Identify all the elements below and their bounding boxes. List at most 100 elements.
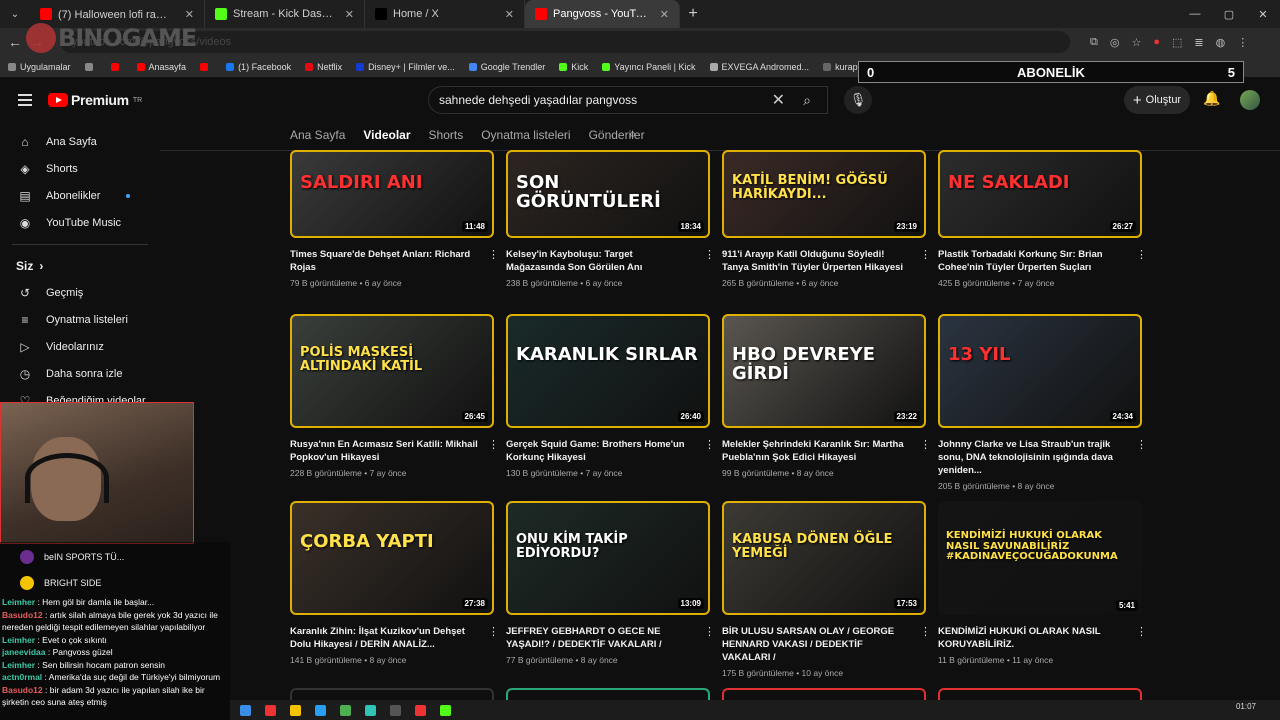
more-options-icon[interactable]: ⋮ bbox=[920, 625, 931, 638]
tab-close-icon[interactable]: ✕ bbox=[345, 8, 354, 21]
more-options-icon[interactable]: ⋮ bbox=[1136, 625, 1147, 638]
video-thumbnail[interactable]: HBO DEVREYE GİRDİ 23:22 bbox=[722, 314, 926, 428]
video-title[interactable]: Plastik Torbadaki Korkunç Sır: Brian Coh… bbox=[938, 248, 1126, 274]
video-title[interactable]: Gerçek Squid Game: Brothers Home'un Kork… bbox=[506, 438, 694, 464]
sidebar-item[interactable]: ▷ Videolarınız bbox=[0, 333, 160, 360]
sidebar-item[interactable]: ↺ Geçmiş bbox=[0, 279, 160, 306]
task-icon[interactable] bbox=[340, 704, 351, 716]
bookmark-item[interactable]: EXVEGA Andromed... bbox=[709, 62, 809, 72]
menu-icon[interactable]: ⋮ bbox=[1237, 36, 1248, 49]
sidebar-you-heading[interactable]: Siz › bbox=[0, 253, 160, 279]
address-bar[interactable]: youtube.com/@pangvoss/videos bbox=[60, 31, 1070, 53]
browser-tab[interactable]: (7) Halloween lofi radio 🎃 - spooky beat… bbox=[30, 0, 205, 28]
channel-search-icon[interactable]: ⌕ bbox=[629, 126, 636, 142]
sidebar-item[interactable]: ◉ YouTube Music bbox=[0, 209, 160, 236]
more-options-icon[interactable]: ⋮ bbox=[1136, 248, 1147, 261]
video-card[interactable]: ONU KİM TAKİP EDİYORDU? 13:09 JEFFREY GEBH… bbox=[506, 501, 715, 665]
video-title[interactable]: BİR ULUSU SARSAN OLAY / GEORGE HENNARD V… bbox=[722, 625, 910, 664]
channel-tab[interactable]: Ana Sayfa bbox=[290, 128, 345, 142]
bookmark-item[interactable]: Kick bbox=[559, 62, 588, 72]
video-card[interactable]: NE SAKLADI 26:27 Plastik Torbadaki Korkunç… bbox=[938, 150, 1147, 288]
more-options-icon[interactable]: ⋮ bbox=[1136, 438, 1147, 451]
sidebar-item[interactable]: ≡ Oynatma listeleri bbox=[0, 306, 160, 333]
more-options-icon[interactable]: ⋮ bbox=[704, 625, 715, 638]
task-icon[interactable] bbox=[415, 704, 426, 716]
youtube-logo[interactable]: Premium TR bbox=[48, 92, 142, 108]
tab-search-icon[interactable]: ⌄ bbox=[0, 9, 30, 20]
bookmark-item[interactable]: Google Trendler bbox=[468, 62, 545, 72]
more-options-icon[interactable]: ⋮ bbox=[704, 248, 715, 261]
video-title[interactable]: 911'i Arayıp Katil Olduğunu Söyledi! Tan… bbox=[722, 248, 910, 274]
task-icon[interactable] bbox=[365, 704, 376, 716]
reading-list-icon[interactable]: ≣ bbox=[1194, 36, 1203, 49]
video-thumbnail[interactable]: KARANLIK SIRLAR 26:40 bbox=[506, 314, 710, 428]
video-thumbnail[interactable]: SALDIRI ANI 11:48 bbox=[290, 150, 494, 238]
video-thumbnail[interactable]: ÇORBA YAPTI 27:38 bbox=[290, 501, 494, 615]
extension-red-icon[interactable]: ● bbox=[1153, 36, 1160, 49]
task-icon[interactable] bbox=[390, 704, 401, 716]
video-title[interactable]: Melekler Şehrindeki Karanlık Sır: Martha… bbox=[722, 438, 910, 464]
more-options-icon[interactable]: ⋮ bbox=[488, 625, 499, 638]
task-icon[interactable] bbox=[240, 704, 251, 716]
bookmark-item[interactable] bbox=[200, 62, 212, 71]
channel-tab[interactable]: Oynatma listeleri bbox=[481, 128, 570, 142]
video-title[interactable]: Times Square'de Dehşet Anları: Richard R… bbox=[290, 248, 478, 274]
task-icon[interactable] bbox=[265, 704, 276, 716]
tab-close-icon[interactable]: ✕ bbox=[185, 8, 194, 21]
sidebar-item[interactable]: ◈ Shorts bbox=[0, 155, 160, 182]
task-icon[interactable] bbox=[315, 704, 326, 716]
sidebar-item[interactable]: ▤ Abonelikler bbox=[0, 182, 160, 209]
bookmark-item[interactable] bbox=[84, 62, 97, 71]
notifications-icon[interactable]: 🔔 bbox=[1203, 90, 1220, 107]
video-title[interactable]: Kelsey'in Kayboluşu: Target Mağazasında … bbox=[506, 248, 694, 274]
channel-tab[interactable]: Shorts bbox=[429, 128, 464, 142]
more-options-icon[interactable]: ⋮ bbox=[704, 438, 715, 451]
video-card[interactable]: POLİS MASKESİ ALTINDAKİ KATİL 26:45 Rusya'… bbox=[290, 314, 499, 478]
browser-tab[interactable]: Home / X ✕ bbox=[365, 0, 525, 28]
bookmark-item[interactable]: Netflix bbox=[305, 62, 342, 72]
video-card[interactable]: HBO DEVREYE GİRDİ 23:22 Melekler Şehrindek… bbox=[722, 314, 931, 478]
avatar[interactable] bbox=[1240, 90, 1260, 110]
bookmark-item[interactable]: (1) Facebook bbox=[226, 62, 291, 72]
new-tab-button[interactable]: + bbox=[680, 5, 706, 23]
forward-icon[interactable]: → bbox=[30, 34, 52, 50]
video-card[interactable]: KABUSA DÖNEN ÖĞLE YEMEĞİ 17:53 BİR ULUSU S… bbox=[722, 501, 931, 678]
video-thumbnail[interactable]: KENDİMİZİ HUKUKİ OLARAK NASIL SAVUNABİLİ… bbox=[938, 501, 1142, 615]
tab-close-icon[interactable]: ✕ bbox=[660, 8, 669, 21]
video-thumbnail[interactable]: KATİL BENİM! GÖĞSÜ HARİKAYDI... 23:19 bbox=[722, 150, 926, 238]
task-icon[interactable] bbox=[440, 704, 451, 716]
video-card[interactable]: 13 YIL 24:34 Johnny Clarke ve Lisa Straub'… bbox=[938, 314, 1147, 491]
task-icon[interactable] bbox=[290, 704, 301, 716]
video-thumbnail[interactable]: NE SAKLADI 26:27 bbox=[938, 150, 1142, 238]
sidebar-item[interactable]: ⌂ Ana Sayfa bbox=[0, 128, 160, 155]
video-card[interactable]: KENDİMİZİ HUKUKİ OLARAK NASIL SAVUNABİLİ… bbox=[938, 501, 1147, 665]
more-options-icon[interactable]: ⋮ bbox=[920, 438, 931, 451]
close-icon[interactable]: ✕ bbox=[1246, 8, 1280, 21]
video-thumbnail[interactable]: ONU KİM TAKİP EDİYORDU? 13:09 bbox=[506, 501, 710, 615]
extensions-icon[interactable]: ⬚ bbox=[1172, 36, 1182, 49]
browser-tab[interactable]: Pangvoss - YouTube ✕ bbox=[525, 0, 680, 28]
video-title[interactable]: JEFFREY GEBHARDT O GECE NE YAŞADI!? / DE… bbox=[506, 625, 694, 651]
menu-hamburger-icon[interactable] bbox=[18, 94, 32, 106]
search-button[interactable]: ⌕ bbox=[787, 87, 827, 113]
video-card[interactable]: SALDIRI ANI 11:48 Times Square'de Dehşet A… bbox=[290, 150, 499, 288]
video-card[interactable]: KARANLIK SIRLAR 26:40 Gerçek Squid Game: B… bbox=[506, 314, 715, 478]
more-options-icon[interactable]: ⋮ bbox=[920, 248, 931, 261]
back-icon[interactable]: ← bbox=[8, 34, 30, 50]
video-thumbnail[interactable]: POLİS MASKESİ ALTINDAKİ KATİL 26:45 bbox=[290, 314, 494, 428]
search-input[interactable]: sahnede dehşedi yaşadılar pangvoss ✕ ⌕ bbox=[428, 86, 828, 114]
video-thumbnail[interactable]: KABUSA DÖNEN ÖĞLE YEMEĞİ 17:53 bbox=[722, 501, 926, 615]
video-card[interactable]: ÇORBA YAPTI 27:38 Karanlık Zihin: İlşat Ku… bbox=[290, 501, 499, 665]
video-card[interactable]: KATİL BENİM! GÖĞSÜ HARİKAYDI... 23:19 911'… bbox=[722, 150, 931, 288]
bookmark-item[interactable]: Uygulamalar bbox=[8, 62, 71, 72]
video-title[interactable]: Rusya'nın En Acımasız Seri Katili: Mikha… bbox=[290, 438, 478, 464]
video-card[interactable]: SON GÖRÜNTÜLERİ 18:34 Kelsey'in Kayboluşu:… bbox=[506, 150, 715, 288]
sidebar-subscription[interactable]: BRIGHT SIDE bbox=[2, 570, 228, 596]
star-icon[interactable]: ☆ bbox=[1131, 36, 1141, 49]
cast-icon[interactable]: ⧉ bbox=[1090, 36, 1098, 49]
more-options-icon[interactable]: ⋮ bbox=[488, 248, 499, 261]
sidebar-subscription[interactable]: beIN SPORTS TÜ... bbox=[2, 544, 228, 570]
bookmark-item[interactable]: Yayıncı Paneli | Kick bbox=[602, 62, 696, 72]
video-thumbnail[interactable]: 13 YIL 24:34 bbox=[938, 314, 1142, 428]
maximize-icon[interactable]: ▢ bbox=[1212, 8, 1246, 21]
